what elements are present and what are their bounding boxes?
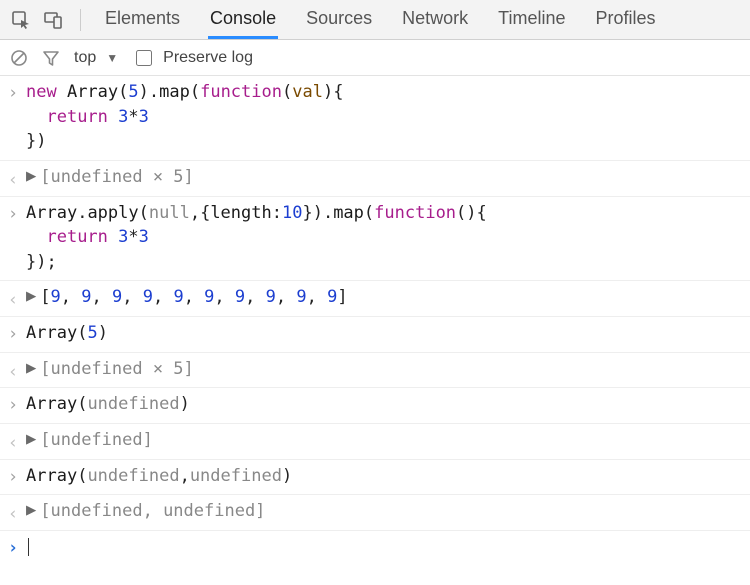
output-chevron-icon: ‹ [0,501,26,524]
console-input-code[interactable]: Array(undefined,undefined) [26,464,292,489]
preserve-log-checkbox[interactable] [136,50,152,66]
input-chevron-icon: › [0,80,26,103]
console-output-value[interactable]: ▶[undefined] [26,428,153,453]
console-result: ‹▶[undefined, undefined] [0,495,750,531]
chevron-down-icon: ▼ [106,51,118,65]
tab-profiles[interactable]: Profiles [594,0,658,39]
tab-network[interactable]: Network [400,0,470,39]
console-input-code[interactable]: Array(undefined) [26,392,190,417]
expand-triangle-icon[interactable]: ▶ [26,284,36,309]
input-chevron-icon: › [0,464,26,487]
output-chevron-icon: ‹ [0,430,26,453]
console-output-value[interactable]: ▶[undefined × 5] [26,165,194,190]
preserve-log-checkbox-wrap[interactable]: Preserve log [132,47,253,69]
console-output-value[interactable]: ▶[undefined × 5] [26,357,194,382]
console-entry: ›Array.apply(null,{length:10}).map(funct… [0,197,750,282]
console-input-code[interactable]: Array(5) [26,321,108,346]
console-result: ‹▶[undefined] [0,424,750,460]
console-output-value[interactable]: ▶[9, 9, 9, 9, 9, 9, 9, 9, 9, 9] [26,285,348,310]
tab-elements[interactable]: Elements [103,0,182,39]
output-chevron-icon: ‹ [0,167,26,190]
toolbar-separator [80,9,81,31]
console-entry: ›Array(undefined,undefined) [0,460,750,496]
devtools-toolbar: Elements Console Sources Network Timelin… [0,0,750,40]
panel-tabs: Elements Console Sources Network Timelin… [103,0,658,39]
console-output-value[interactable]: ▶[undefined, undefined] [26,499,265,524]
input-chevron-icon: › [0,392,26,415]
prompt-chevron-icon: › [0,535,26,558]
context-dropdown[interactable]: top ▼ [74,49,118,67]
input-chevron-icon: › [0,201,26,224]
console-prompt-row[interactable]: › [0,531,750,566]
console-entry: ›Array(5) [0,317,750,353]
console-input-code[interactable]: new Array(5).map(function(val){ return 3… [26,80,343,154]
console-result: ‹▶[undefined × 5] [0,161,750,197]
filter-icon[interactable] [42,49,60,67]
output-chevron-icon: ‹ [0,359,26,382]
tab-timeline[interactable]: Timeline [496,0,567,39]
tab-sources[interactable]: Sources [304,0,374,39]
console-body: ›new Array(5).map(function(val){ return … [0,76,750,566]
text-caret [28,538,29,556]
expand-triangle-icon[interactable]: ▶ [26,356,36,381]
console-subtoolbar: top ▼ Preserve log [0,40,750,76]
console-entry: ›new Array(5).map(function(val){ return … [0,76,750,161]
tab-console[interactable]: Console [208,0,278,39]
console-input-code[interactable]: Array.apply(null,{length:10}).map(functi… [26,201,487,275]
console-entry: ›Array(undefined) [0,388,750,424]
inspect-element-icon[interactable] [10,9,32,31]
console-result: ‹▶[9, 9, 9, 9, 9, 9, 9, 9, 9, 9] [0,281,750,317]
expand-triangle-icon[interactable]: ▶ [26,427,36,452]
expand-triangle-icon[interactable]: ▶ [26,498,36,523]
clear-console-icon[interactable] [10,49,28,67]
preserve-log-label: Preserve log [163,49,253,67]
output-chevron-icon: ‹ [0,287,26,310]
context-dropdown-label: top [74,49,96,67]
device-toggle-icon[interactable] [42,9,64,31]
input-chevron-icon: › [0,321,26,344]
console-prompt-input[interactable] [26,535,29,560]
console-result: ‹▶[undefined × 5] [0,353,750,389]
expand-triangle-icon[interactable]: ▶ [26,164,36,189]
